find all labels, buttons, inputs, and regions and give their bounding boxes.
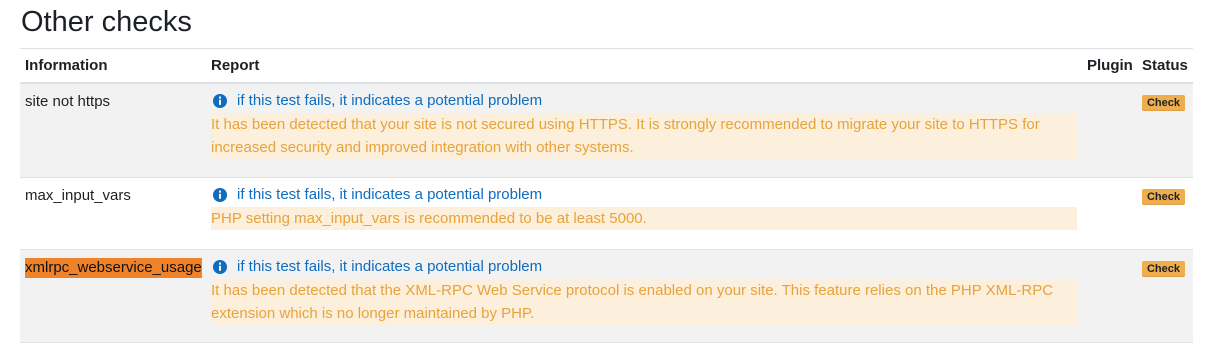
report-cell: if this test fails, it indicates a poten… (211, 185, 1077, 230)
check-name: xmlrpc_webservice_usage (25, 258, 202, 278)
table-header: Information Report Plugin Status (20, 49, 1193, 84)
info-circle-icon (213, 188, 227, 202)
report-warning: It has been detected that your site is n… (211, 113, 1077, 159)
checks-table: Information Report Plugin Status site no… (20, 48, 1193, 343)
table-row: xmlrpc_webservice_usage if this test fai… (20, 250, 1193, 343)
column-header-plugin: Plugin (1087, 57, 1133, 74)
report-link-text: if this test fails, it indicates a poten… (237, 258, 543, 275)
report-link[interactable]: if this test fails, it indicates a poten… (211, 185, 1077, 205)
status-badge: Check (1142, 189, 1185, 205)
table-row: site not https if this test fails, it in… (20, 84, 1193, 178)
status-badge: Check (1142, 261, 1185, 277)
report-warning-text: It has been detected that the XML-RPC We… (211, 282, 1054, 322)
report-warning-text: PHP setting max_input_vars is recommende… (211, 210, 647, 227)
report-link[interactable]: if this test fails, it indicates a poten… (211, 91, 1077, 111)
report-link-text: if this test fails, it indicates a poten… (237, 186, 543, 203)
report-warning-text: It has been detected that your site is n… (211, 116, 1040, 156)
report-cell: if this test fails, it indicates a poten… (211, 257, 1077, 325)
report-link-text: if this test fails, it indicates a poten… (237, 92, 543, 109)
check-name: site not https (25, 93, 111, 110)
section-title: Other checks (21, 6, 192, 38)
report-warning: It has been detected that the XML-RPC We… (211, 279, 1077, 325)
page: Other checks Information Report Plugin S… (0, 0, 1214, 363)
column-header-information: Information (25, 57, 108, 74)
status-badge: Check (1142, 95, 1185, 111)
report-warning: PHP setting max_input_vars is recommende… (211, 207, 1077, 230)
check-name: max_input_vars (25, 187, 131, 204)
report-link[interactable]: if this test fails, it indicates a poten… (211, 257, 1077, 277)
info-circle-icon (213, 260, 227, 274)
table-row: max_input_vars if this test fails, it in… (20, 178, 1193, 250)
column-header-status: Status (1142, 57, 1188, 74)
info-circle-icon (213, 94, 227, 108)
report-cell: if this test fails, it indicates a poten… (211, 91, 1077, 159)
column-header-report: Report (211, 57, 260, 74)
